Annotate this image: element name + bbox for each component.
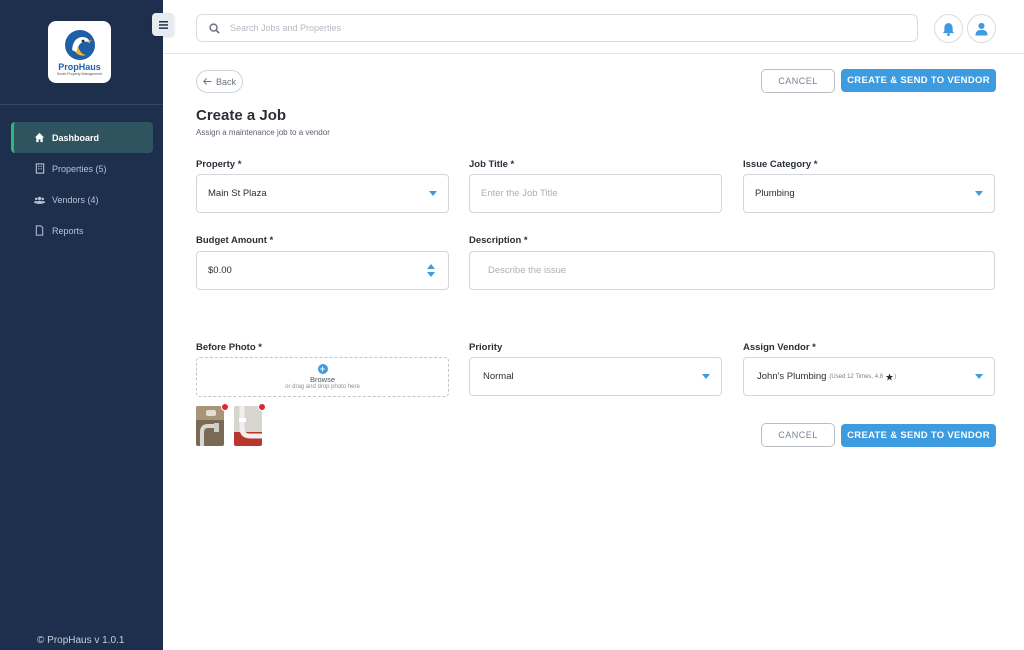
sidebar-item-dashboard[interactable]: Dashboard bbox=[11, 122, 153, 153]
photo-dropzone[interactable]: + Browse or drag and drop photo here bbox=[196, 357, 449, 397]
sidebar-item-label: Reports bbox=[52, 225, 84, 236]
logo[interactable]: PropHaus Smart Property Management bbox=[48, 21, 111, 83]
assign-vendor-label: Assign Vendor * bbox=[743, 342, 816, 353]
priority-value: Normal bbox=[483, 371, 514, 382]
home-icon bbox=[34, 132, 45, 143]
photo-thumbnail[interactable] bbox=[196, 406, 224, 446]
plus-icon: + bbox=[317, 364, 328, 374]
page-title: Create a Job bbox=[196, 107, 287, 124]
sidebar-nav: Dashboard Properties (5) Vendors (4) Rep… bbox=[11, 122, 153, 246]
description-placeholder: Describe the issue bbox=[488, 265, 567, 276]
sidebar-item-properties[interactable]: Properties (5) bbox=[11, 153, 153, 184]
users-icon bbox=[34, 194, 45, 205]
back-button[interactable]: Back bbox=[196, 70, 243, 93]
create-send-button-bottom[interactable]: CREATE & SEND TO VENDOR bbox=[841, 424, 996, 447]
priority-select[interactable]: Normal bbox=[469, 357, 722, 396]
cancel-button-top[interactable]: CANCEL bbox=[761, 69, 835, 93]
sidebar-item-label: Vendors (4) bbox=[52, 194, 99, 205]
topbar-divider bbox=[163, 53, 1024, 54]
remove-photo-button[interactable] bbox=[221, 403, 229, 411]
budget-value: $0.00 bbox=[208, 265, 232, 276]
caret-down-icon bbox=[975, 374, 983, 379]
cancel-button-bottom[interactable]: CANCEL bbox=[761, 423, 835, 447]
photo-thumbnail[interactable] bbox=[234, 406, 262, 446]
menu-toggle-button[interactable] bbox=[152, 13, 174, 36]
issue-category-value: Plumbing bbox=[755, 188, 795, 199]
budget-input[interactable]: $0.00 bbox=[196, 251, 449, 290]
create-send-button-top[interactable]: CREATE & SEND TO VENDOR bbox=[841, 69, 996, 92]
job-title-placeholder: Enter the Job Title bbox=[481, 188, 558, 199]
vendor-meta: (Used 12 Times, 4.8 bbox=[829, 373, 884, 380]
property-value: Main St Plaza bbox=[208, 188, 267, 199]
sidebar-item-label: Properties (5) bbox=[52, 163, 107, 174]
issue-category-label: Issue Category * bbox=[743, 159, 818, 170]
sidebar-divider bbox=[0, 104, 163, 105]
before-photo-label: Before Photo * bbox=[196, 342, 262, 353]
caret-down-icon bbox=[429, 191, 437, 196]
version-footer: © PropHaus v 1.0.1 bbox=[37, 635, 125, 646]
document-icon bbox=[34, 225, 45, 236]
bell-icon bbox=[942, 22, 955, 36]
star-icon bbox=[885, 372, 894, 380]
vendor-value: John's Plumbing bbox=[757, 371, 827, 382]
user-menu-button[interactable] bbox=[967, 14, 996, 43]
browse-label[interactable]: Browse bbox=[310, 375, 335, 384]
logo-name: PropHaus bbox=[58, 62, 101, 72]
search-icon bbox=[209, 22, 220, 34]
caret-down-icon bbox=[702, 374, 710, 379]
arrow-left-icon bbox=[203, 77, 212, 87]
description-input[interactable]: Describe the issue bbox=[469, 251, 995, 290]
job-title-label: Job Title * bbox=[469, 159, 515, 170]
property-label: Property * bbox=[196, 159, 242, 170]
dropzone-hint: or drag and drop photo here bbox=[285, 384, 360, 390]
description-label: Description * bbox=[469, 235, 528, 246]
vendor-meta-close: ) bbox=[894, 373, 897, 380]
issue-category-select[interactable]: Plumbing bbox=[743, 174, 995, 213]
property-select[interactable]: Main St Plaza bbox=[196, 174, 449, 213]
search-input[interactable] bbox=[230, 23, 830, 33]
job-title-input[interactable]: Enter the Job Title bbox=[469, 174, 722, 213]
building-icon bbox=[34, 163, 45, 174]
logo-tagline: Smart Property Management bbox=[57, 72, 102, 76]
remove-photo-button[interactable] bbox=[258, 403, 266, 411]
search-bar[interactable] bbox=[196, 14, 918, 42]
caret-down-icon bbox=[975, 191, 983, 196]
sidebar-item-reports[interactable]: Reports bbox=[11, 215, 153, 246]
menu-icon bbox=[158, 20, 168, 29]
page-subtitle: Assign a maintenance job to a vendor bbox=[196, 128, 330, 137]
sidebar-item-label: Dashboard bbox=[52, 132, 100, 143]
vendor-select[interactable]: John's Plumbing (Used 12 Times, 4.8 ) bbox=[743, 357, 995, 396]
back-label: Back bbox=[215, 76, 236, 87]
user-icon bbox=[975, 22, 988, 35]
prophaus-logo-icon bbox=[64, 30, 95, 60]
sidebar: PropHaus Smart Property Management Dashb… bbox=[0, 0, 163, 650]
stepper-icon[interactable] bbox=[427, 264, 435, 277]
sidebar-item-vendors[interactable]: Vendors (4) bbox=[11, 184, 153, 215]
budget-label: Budget Amount * bbox=[196, 235, 274, 246]
notifications-button[interactable] bbox=[934, 14, 963, 43]
priority-label: Priority bbox=[469, 342, 503, 353]
